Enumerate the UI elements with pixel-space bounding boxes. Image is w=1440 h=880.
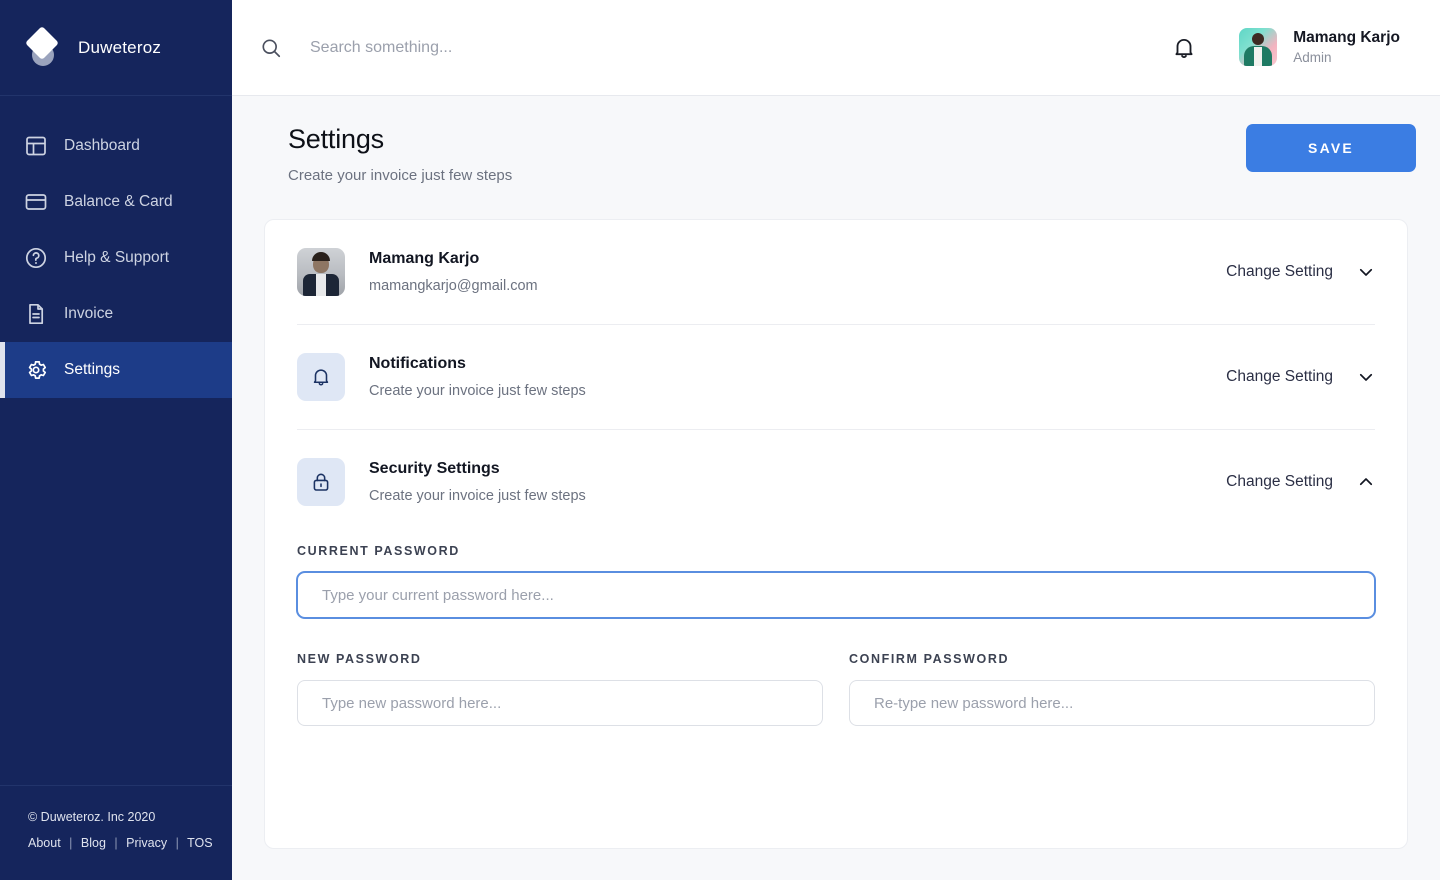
change-setting-notifications-button[interactable]: Change Setting (1226, 368, 1375, 386)
row-text: Notifications Create your invoice just f… (369, 355, 1226, 399)
change-setting-label: Change Setting (1226, 263, 1333, 280)
card-icon (24, 190, 48, 214)
user-profile[interactable]: Mamang Karjo Admin (1239, 28, 1400, 67)
current-password-field: CURRENT PASSWORD (297, 544, 1375, 618)
content: Settings Create your invoice just few st… (232, 96, 1440, 880)
chevron-down-icon (1357, 263, 1375, 281)
footer-separator: | (175, 836, 179, 850)
profile-photo-avatar (297, 248, 345, 296)
dashboard-icon (24, 134, 48, 158)
footer-link-about[interactable]: About (28, 836, 61, 850)
sidebar-item-label: Settings (64, 361, 121, 378)
confirm-password-field: CONFIRM PASSWORD (849, 652, 1375, 726)
change-setting-label: Change Setting (1226, 368, 1333, 385)
new-password-input[interactable] (297, 680, 823, 726)
help-circle-icon (24, 246, 48, 270)
settings-row-security: Security Settings Create your invoice ju… (297, 430, 1375, 534)
topbar: Mamang Karjo Admin (232, 0, 1440, 96)
user-role: Admin (1293, 49, 1332, 65)
row-desc: Create your invoice just few steps (369, 488, 586, 504)
sidebar-item-help-support[interactable]: Help & Support (0, 230, 232, 286)
row-text: Security Settings Create your invoice ju… (369, 460, 1226, 504)
diamond-logo-icon (24, 25, 64, 68)
settings-row-profile: Mamang Karjo mamangkarjo@gmail.com Chang… (297, 220, 1375, 324)
user-meta: Mamang Karjo Admin (1293, 28, 1400, 67)
footer-link-privacy[interactable]: Privacy (126, 836, 167, 850)
avatar (1239, 28, 1278, 67)
sidebar-item-label: Help & Support (64, 249, 170, 266)
new-password-label: NEW PASSWORD (297, 652, 422, 666)
chevron-down-icon (1357, 368, 1375, 386)
page-heading-group: Settings Create your invoice just few st… (288, 124, 512, 184)
sidebar: Duweteroz Dashboard Balance & Card Help … (0, 0, 232, 880)
row-title: Mamang Karjo (369, 250, 480, 267)
save-button[interactable]: SAVE (1246, 124, 1416, 172)
document-icon (24, 302, 48, 326)
row-desc: mamangkarjo@gmail.com (369, 278, 538, 294)
brand-name: Duweteroz (78, 37, 162, 57)
search-input[interactable] (310, 38, 730, 57)
page-subtitle: Create your invoice just few steps (288, 167, 513, 184)
current-password-label: CURRENT PASSWORD (297, 544, 460, 558)
row-text: Mamang Karjo mamangkarjo@gmail.com (369, 250, 1226, 294)
footer-link-blog[interactable]: Blog (81, 836, 106, 850)
sidebar-item-invoice[interactable]: Invoice (0, 286, 232, 342)
app-root: Duweteroz Dashboard Balance & Card Help … (0, 0, 1440, 880)
sidebar-nav: Dashboard Balance & Card Help & Support … (0, 118, 232, 398)
sidebar-item-dashboard[interactable]: Dashboard (0, 118, 232, 174)
row-title: Security Settings (369, 460, 500, 477)
sidebar-footer: © Duweteroz. Inc 2020 About | Blog | Pri… (0, 785, 232, 880)
user-name: Mamang Karjo (1293, 28, 1400, 46)
search-bar[interactable] (260, 37, 1171, 59)
row-title: Notifications (369, 355, 466, 372)
main-area: Mamang Karjo Admin Settings Create your … (232, 0, 1440, 880)
confirm-password-input[interactable] (849, 680, 1375, 726)
change-setting-label: Change Setting (1226, 473, 1333, 490)
new-password-field: NEW PASSWORD (297, 652, 823, 726)
sidebar-item-label: Dashboard (64, 137, 140, 154)
copyright-text: © Duweteroz. Inc 2020 (28, 810, 156, 824)
sidebar-item-settings[interactable]: Settings (0, 342, 232, 398)
confirm-password-label: CONFIRM PASSWORD (849, 652, 1010, 666)
footer-link-tos[interactable]: TOS (187, 836, 212, 850)
current-password-input[interactable] (297, 572, 1375, 618)
change-setting-profile-button[interactable]: Change Setting (1226, 263, 1375, 281)
sidebar-item-label: Balance & Card (64, 193, 173, 210)
page-title: Settings (288, 124, 384, 154)
page-header: Settings Create your invoice just few st… (264, 96, 1416, 184)
footer-links: About | Blog | Privacy | TOS (28, 836, 232, 850)
brand[interactable]: Duweteroz (0, 0, 232, 96)
bell-icon[interactable] (1171, 35, 1197, 61)
footer-separator: | (114, 836, 118, 850)
row-desc: Create your invoice just few steps (369, 383, 586, 399)
search-icon (260, 37, 282, 59)
lock-icon (297, 458, 345, 506)
chevron-up-icon (1357, 473, 1375, 491)
sidebar-item-balance-card[interactable]: Balance & Card (0, 174, 232, 230)
password-fields-row: NEW PASSWORD CONFIRM PASSWORD (297, 652, 1375, 726)
gear-icon (24, 358, 48, 382)
security-settings-form: CURRENT PASSWORD NEW PASSWORD CONFIRM PA… (297, 534, 1375, 726)
footer-separator: | (69, 836, 73, 850)
change-setting-security-button[interactable]: Change Setting (1226, 473, 1375, 491)
sidebar-item-label: Invoice (64, 305, 114, 322)
bell-icon (297, 353, 345, 401)
settings-card: Mamang Karjo mamangkarjo@gmail.com Chang… (264, 219, 1408, 849)
settings-row-notifications: Notifications Create your invoice just f… (297, 325, 1375, 429)
